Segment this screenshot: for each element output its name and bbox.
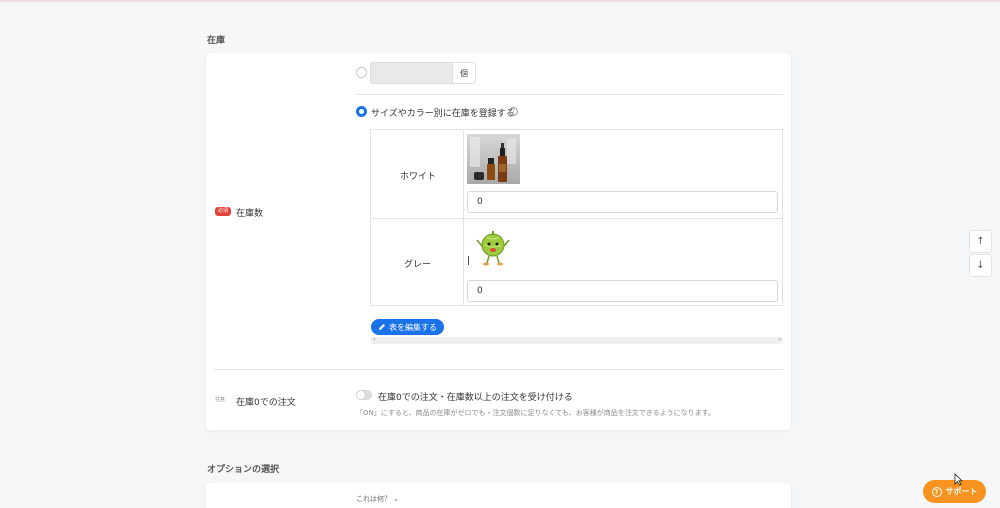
what-is-this-link[interactable]: これは何？ ⌄ <box>356 494 399 504</box>
table-horizontal-scrollbar[interactable]: ‹ › <box>371 336 783 344</box>
variant-stock-table: ホワイト 0 グレー 0 <box>370 129 783 306</box>
row-divider <box>214 369 783 370</box>
variant-quantity-input-gray[interactable]: 0 <box>467 280 778 302</box>
edit-table-button-label: 表を編集する <box>389 322 437 332</box>
variant-quantity-input-white[interactable]: 0 <box>467 191 778 213</box>
arrow-down-icon: ↓ <box>976 260 985 271</box>
variant-stock-label: サイズやカラー別に在庫を登録する <box>371 109 515 119</box>
unit-label: 個 <box>452 62 476 84</box>
edit-table-button[interactable]: 表を編集する <box>371 319 444 335</box>
section-title-options: オプションの選択 <box>207 465 280 475</box>
top-border <box>0 0 1000 2</box>
divider <box>356 94 783 95</box>
scroll-left-icon[interactable]: ‹ <box>373 336 375 343</box>
arrow-up-icon: ↑ <box>976 236 985 247</box>
scroll-right-icon[interactable]: › <box>779 336 781 343</box>
options-card <box>206 483 791 508</box>
variant-image-gray[interactable] <box>467 223 520 273</box>
what-is-this-label: これは何？ <box>356 495 391 503</box>
question-icon: ? <box>931 486 942 497</box>
variant-image-white[interactable] <box>467 134 520 184</box>
zero-stock-orders-note: 「ON」にすると、商品の在庫がゼロでも・注文個数に足りなくても、お客様が商品を注… <box>356 409 715 417</box>
optional-badge: 任意 <box>215 397 226 403</box>
scroll-down-button[interactable]: ↓ <box>969 254 992 277</box>
zero-stock-orders-toggle-label: 在庫0での注文・在庫数以上の注文を受け付ける <box>378 393 573 403</box>
section-title-inventory: 在庫 <box>207 36 226 46</box>
radio-simple-stock[interactable] <box>356 67 367 78</box>
melon-mascot-illustration <box>467 223 520 273</box>
pencil-icon <box>379 324 385 330</box>
zero-stock-orders-toggle[interactable] <box>356 390 372 400</box>
variant-name-gray: グレー <box>404 260 432 270</box>
required-badge: 必須 <box>215 207 231 216</box>
chevron-down-icon: ⌄ <box>393 495 400 503</box>
serum-bottles-photo <box>467 134 520 184</box>
stock-quantity-input[interactable] <box>370 62 452 84</box>
help-icon[interactable]: ? <box>509 107 518 116</box>
support-button-label: サポート <box>945 487 978 496</box>
radio-variant-stock[interactable] <box>356 106 367 117</box>
zero-stock-orders-label: 在庫0での注文 <box>236 398 296 408</box>
scroll-up-button[interactable]: ↑ <box>969 230 992 253</box>
variant-name-white: ホワイト <box>400 172 437 182</box>
stock-count-label: 在庫数 <box>236 209 264 219</box>
table-row-divider <box>371 218 782 219</box>
mouse-cursor-icon <box>954 473 963 486</box>
